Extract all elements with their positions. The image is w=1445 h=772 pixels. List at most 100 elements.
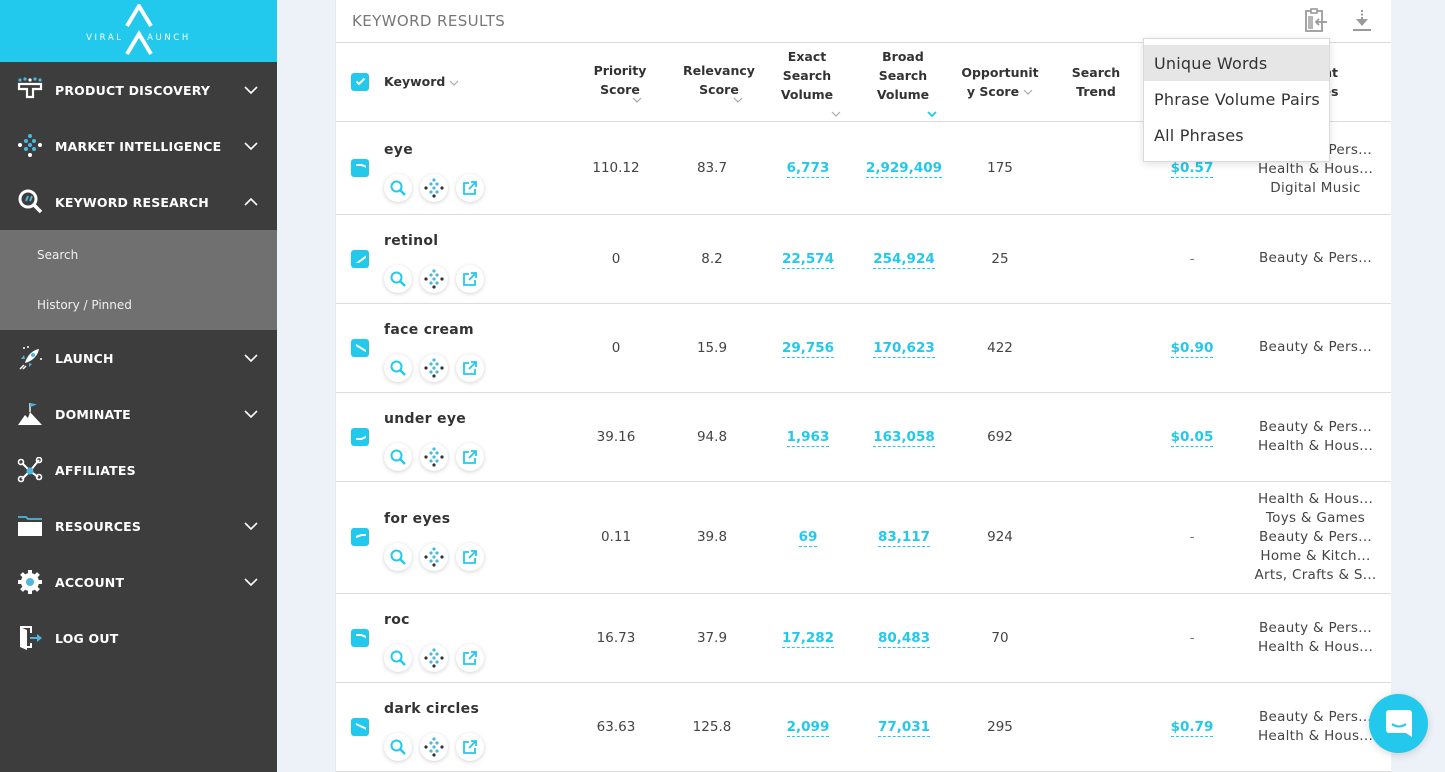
- relevancy-score: 15.9: [664, 303, 760, 393]
- broad-search-volume-link[interactable]: 163,058: [873, 428, 935, 447]
- row-checkbox[interactable]: [351, 427, 369, 446]
- col-header-label: Priority Score: [593, 63, 647, 97]
- col-header-broad-search-volume[interactable]: Broad Search Volume: [856, 43, 952, 122]
- open-external-button[interactable]: [456, 643, 484, 672]
- sidebar-item-label: RESOURCES: [55, 518, 142, 534]
- chevron-down-icon[interactable]: [243, 577, 259, 587]
- broad-search-volume-link[interactable]: 170,623: [873, 339, 935, 358]
- sidebar-subitem-history-pinned[interactable]: History / Pinned: [0, 280, 277, 330]
- network-icon: [16, 456, 44, 484]
- chevron-down-icon[interactable]: [243, 521, 259, 531]
- col-header-exact-search-volume[interactable]: Exact Search Volume: [760, 43, 856, 122]
- col-header-priority-score[interactable]: Priority Score: [568, 43, 664, 122]
- broad-search-volume-link[interactable]: 254,924: [873, 250, 935, 269]
- search-keyword-button[interactable]: [384, 353, 412, 382]
- market-intelligence-button[interactable]: [420, 173, 448, 202]
- chevron-down-icon[interactable]: [243, 141, 259, 151]
- open-external-button[interactable]: [456, 732, 484, 761]
- broad-search-volume-link[interactable]: 77,031: [877, 718, 931, 737]
- col-header-relevancy-score[interactable]: Relevancy Score: [664, 43, 760, 122]
- sidebar-item-affiliates[interactable]: AFFILIATES: [0, 442, 277, 498]
- external-link-icon: [463, 739, 477, 754]
- cpc-value[interactable]: $0.90: [1170, 339, 1214, 358]
- exact-search-volume-link[interactable]: 69: [798, 529, 818, 547]
- row-checkbox[interactable]: [351, 249, 369, 268]
- dots-diamond-icon: [424, 268, 444, 289]
- gear-icon: [16, 568, 44, 596]
- sidebar-item-dominate[interactable]: DOMINATE: [0, 386, 277, 442]
- market-intelligence-button[interactable]: [420, 442, 448, 471]
- viral-launch-logo[interactable]: VIRAL LAUNCH: [0, 0, 277, 62]
- search-keyword-button[interactable]: [384, 173, 412, 202]
- search-keyword-button[interactable]: [384, 643, 412, 672]
- row-checkbox[interactable]: [351, 158, 369, 177]
- exact-search-volume-link[interactable]: 29,756: [781, 339, 835, 358]
- search-trend-cell: [1048, 303, 1144, 393]
- search-icon: [390, 449, 406, 465]
- market-intelligence-button[interactable]: [420, 643, 448, 672]
- funnel-icon: [16, 76, 44, 104]
- exact-search-volume-link[interactable]: 6,773: [786, 159, 830, 178]
- market-intelligence-button[interactable]: [420, 543, 448, 571]
- chevron-down-icon[interactable]: [243, 353, 259, 363]
- search-trend-cell: [1048, 121, 1144, 215]
- sidebar-item-market-intelligence[interactable]: MARKET INTELLIGENCE: [0, 118, 277, 174]
- open-external-button[interactable]: [456, 442, 484, 471]
- sidebar-item-resources[interactable]: RESOURCES: [0, 498, 277, 554]
- exact-search-volume-link[interactable]: 17,282: [781, 629, 835, 648]
- exact-search-volume-link[interactable]: 2,099: [786, 718, 830, 737]
- broad-search-volume-link[interactable]: 80,483: [877, 629, 931, 648]
- sidebar-item-account[interactable]: ACCOUNT: [0, 554, 277, 610]
- market-intelligence-button[interactable]: [420, 264, 448, 293]
- open-external-button[interactable]: [456, 543, 484, 571]
- cpc-value[interactable]: $0.05: [1170, 428, 1214, 447]
- broad-search-volume-cell: 83,117: [856, 481, 952, 594]
- search-keyword-button[interactable]: [384, 732, 412, 761]
- row-checkbox[interactable]: [351, 717, 369, 736]
- chat-launcher-button[interactable]: [1369, 694, 1428, 753]
- open-external-button[interactable]: [456, 264, 484, 293]
- search-keyword-button[interactable]: [384, 543, 412, 571]
- open-external-button[interactable]: [456, 173, 484, 202]
- exact-search-volume-link[interactable]: 22,574: [781, 250, 835, 269]
- chevron-up-icon[interactable]: [243, 197, 259, 207]
- chevron-down-icon[interactable]: [243, 409, 259, 419]
- col-header-keyword[interactable]: Keyword: [384, 43, 568, 122]
- sidebar-subitem-search[interactable]: Search: [0, 230, 277, 280]
- sidebar-item-log-out[interactable]: LOG OUT: [0, 610, 277, 666]
- sort-chevron-icon: [831, 111, 841, 117]
- chevron-down-icon[interactable]: [243, 85, 259, 95]
- col-header-opportunity-score[interactable]: Opportunit y Score: [952, 43, 1048, 122]
- cpc-value[interactable]: $0.57: [1170, 159, 1214, 178]
- exact-search-volume-link[interactable]: 1,963: [786, 428, 830, 447]
- sidebar-item-product-discovery[interactable]: PRODUCT DISCOVERY: [0, 62, 277, 118]
- sidebar-item-launch[interactable]: LAUNCH: [0, 330, 277, 386]
- sidebar-item-label: LAUNCH: [55, 350, 114, 366]
- download-icon[interactable]: [1348, 6, 1376, 34]
- keyword-cell: retinol: [384, 214, 568, 304]
- search-keyword-button[interactable]: [384, 264, 412, 293]
- select-all-checkbox[interactable]: [351, 72, 369, 91]
- search-keyword-button[interactable]: [384, 442, 412, 471]
- menu-item-unique-words[interactable]: Unique Words: [1144, 45, 1329, 81]
- chat-bubble-icon: [1385, 709, 1412, 737]
- select-all-cell: [336, 43, 384, 122]
- open-external-button[interactable]: [456, 353, 484, 382]
- clipboard-export-icon[interactable]: [1302, 6, 1330, 34]
- cpc-cell: $0.90: [1144, 303, 1240, 393]
- market-intelligence-button[interactable]: [420, 732, 448, 761]
- row-checkbox[interactable]: [351, 338, 369, 357]
- sidebar-item-keyword-research[interactable]: KEYWORD RESEARCH: [0, 174, 277, 230]
- row-select-cell: [336, 121, 384, 215]
- panel-header: KEYWORD RESULTS: [336, 0, 1391, 43]
- broad-search-volume-link[interactable]: 2,929,409: [865, 159, 942, 178]
- row-checkbox[interactable]: [351, 528, 369, 546]
- broad-search-volume-link[interactable]: 83,117: [877, 529, 931, 547]
- menu-item-all-phrases[interactable]: All Phrases: [1144, 117, 1329, 153]
- cpc-value[interactable]: $0.79: [1170, 718, 1214, 737]
- market-intelligence-button[interactable]: [420, 353, 448, 382]
- checkmark-icon: [354, 344, 366, 352]
- row-checkbox[interactable]: [351, 628, 369, 647]
- menu-item-phrase-volume-pairs[interactable]: Phrase Volume Pairs: [1144, 81, 1329, 117]
- category-item: Arts, Crafts & S...: [1254, 566, 1377, 583]
